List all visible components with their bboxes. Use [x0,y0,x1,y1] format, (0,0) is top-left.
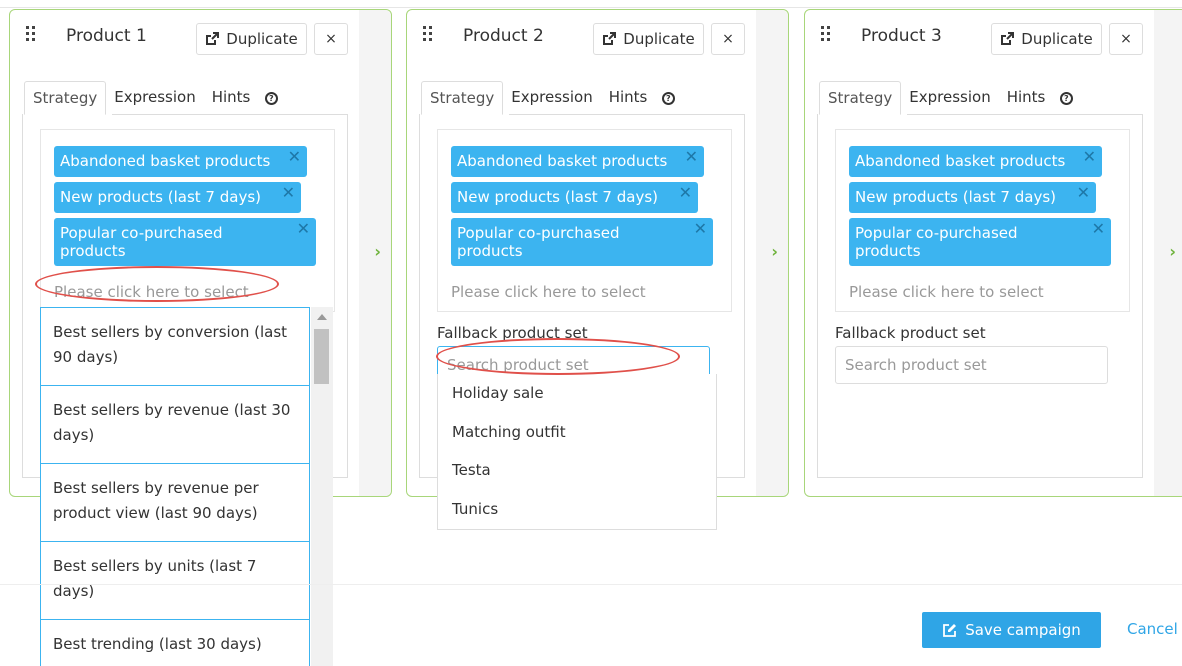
chip-label: Abandoned basket products [457,152,668,170]
strategy-option[interactable]: Best sellers by revenue (last 30 days) [40,385,310,463]
help-icon[interactable]: ? [655,81,681,115]
select-placeholder[interactable]: Please click here to select [451,283,646,301]
remove-icon[interactable]: ✕ [1083,149,1096,165]
duplicate-label: Duplicate [623,30,695,48]
product-title: Product 1 [66,26,147,46]
fallback-dropdown: Holiday sale Matching outfit Testa Tunic… [437,374,717,530]
select-placeholder[interactable]: Please click here to select [849,283,1044,301]
fallback-option[interactable]: Testa [438,451,716,490]
strategy-chip: New products (last 7 days) ✕ [451,182,698,213]
tab-hints[interactable]: Hints [204,81,259,115]
close-button[interactable]: × [711,23,745,55]
footer-divider [0,584,1182,585]
tab-expression[interactable]: Expression [901,81,998,115]
remove-icon[interactable]: ✕ [694,221,707,237]
chip-label: Popular co-purchased products [457,224,620,260]
fallback-option[interactable]: Matching outfit [438,413,716,452]
tab-hints[interactable]: Hints [601,81,656,115]
help-icon[interactable]: ? [1053,81,1079,115]
remove-icon[interactable]: ✕ [297,221,310,237]
strategy-option[interactable]: Best sellers by revenue per product view… [40,463,310,541]
chip-label: New products (last 7 days) [457,188,659,206]
strategy-chip: Abandoned basket products ✕ [54,146,307,177]
remove-icon[interactable]: ✕ [679,185,692,201]
chip-label: New products (last 7 days) [60,188,262,206]
remove-icon[interactable]: ✕ [288,149,301,165]
duplicate-button[interactable]: Duplicate [196,23,307,55]
drag-handle-icon[interactable] [423,26,435,42]
chip-label: Popular co-purchased products [60,224,223,260]
tab-expression[interactable]: Expression [106,81,203,115]
strategy-chip: New products (last 7 days) ✕ [54,182,301,213]
fallback-label: Fallback product set [437,324,588,342]
fallback-option[interactable]: Holiday sale [438,374,716,413]
tab-hints[interactable]: Hints [999,81,1054,115]
strategy-option[interactable]: Best sellers by units (last 7 days) [40,541,310,619]
tab-panel-border [907,114,1143,115]
strategy-chip: Abandoned basket products ✕ [849,146,1102,177]
card-gutter [1154,10,1182,496]
save-label: Save campaign [965,621,1081,639]
strategy-chip: Popular co-purchased products ✕ [54,218,316,266]
drag-handle-icon[interactable] [26,26,38,42]
chevron-right-icon[interactable]: › [1169,242,1176,261]
product-title: Product 2 [463,26,544,46]
help-icon[interactable]: ? [258,81,284,115]
dropdown-scrollbar[interactable] [311,307,333,666]
tab-panel-border [112,114,348,115]
strategy-dropdown: Best sellers by conversion (last 90 days… [40,307,333,666]
scroll-up-icon[interactable] [317,314,327,320]
fallback-search-input[interactable] [835,346,1108,384]
strategy-chip: Abandoned basket products ✕ [451,146,704,177]
strategy-option[interactable]: Best trending (last 30 days) [40,619,310,666]
tab-bar: Strategy Expression Hints ? [421,81,681,115]
chip-label: New products (last 7 days) [855,188,1057,206]
scrollbar-thumb[interactable] [314,329,329,384]
remove-icon[interactable]: ✕ [1077,185,1090,201]
remove-icon[interactable]: ✕ [685,149,698,165]
chip-label: Popular co-purchased products [855,224,1018,260]
product-card-3: › Product 3 Duplicate × Strategy Express… [804,9,1182,497]
duplicate-button[interactable]: Duplicate [991,23,1102,55]
duplicate-label: Duplicate [1021,30,1093,48]
duplicate-icon [1001,32,1015,45]
fallback-option[interactable]: Tunics [438,490,716,529]
strategy-chip: Popular co-purchased products ✕ [849,218,1111,266]
save-campaign-button[interactable]: Save campaign [922,612,1101,648]
chip-label: Abandoned basket products [855,152,1066,170]
product-title: Product 3 [861,26,942,46]
drag-handle-icon[interactable] [821,26,833,42]
tab-strategy[interactable]: Strategy [421,81,504,115]
duplicate-icon [603,32,617,45]
duplicate-button[interactable]: Duplicate [593,23,704,55]
remove-icon[interactable]: ✕ [1092,221,1105,237]
duplicate-label: Duplicate [226,30,298,48]
close-button[interactable]: × [1109,23,1143,55]
tab-bar: Strategy Expression Hints ? [819,81,1079,115]
chevron-right-icon[interactable]: › [771,242,778,261]
chip-label: Abandoned basket products [60,152,271,170]
tab-panel-border [509,114,745,115]
strategy-chip: New products (last 7 days) ✕ [849,182,1096,213]
fallback-label: Fallback product set [835,324,986,342]
edit-icon [943,623,957,637]
strategy-option[interactable]: Best sellers by conversion (last 90 days… [40,307,310,385]
select-placeholder[interactable]: Please click here to select [54,283,249,301]
duplicate-icon [206,32,220,45]
tab-expression[interactable]: Expression [503,81,600,115]
chevron-right-icon[interactable]: › [374,242,381,261]
top-divider [0,7,1182,8]
cancel-link[interactable]: Cancel [1127,620,1178,638]
strategy-chip: Popular co-purchased products ✕ [451,218,713,266]
tab-strategy[interactable]: Strategy [819,81,902,115]
tab-bar: Strategy Expression Hints ? [24,81,284,115]
remove-icon[interactable]: ✕ [282,185,295,201]
close-button[interactable]: × [314,23,348,55]
tab-strategy[interactable]: Strategy [24,81,107,115]
